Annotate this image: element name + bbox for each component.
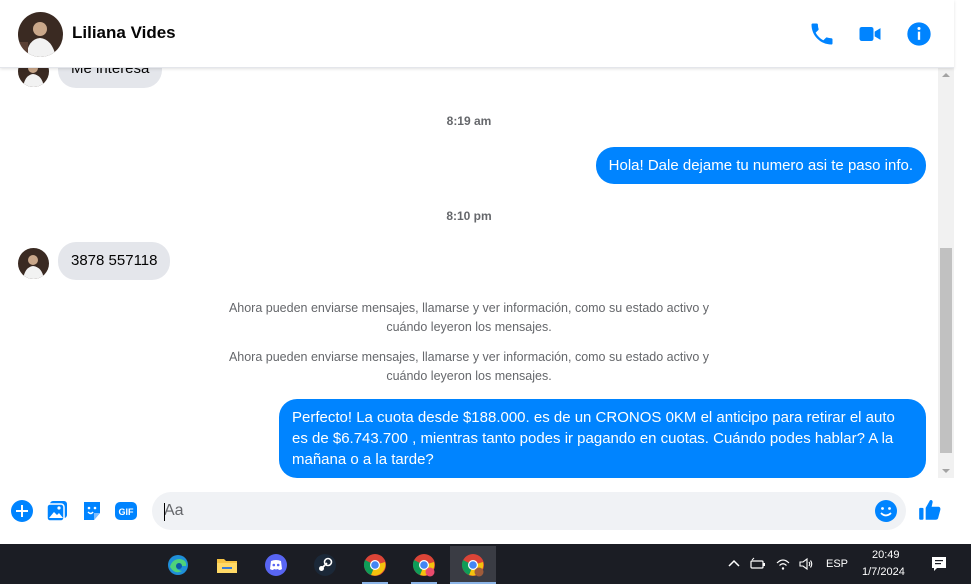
clock-date[interactable]: 1/7/2024 (862, 566, 905, 578)
phone-call-icon[interactable] (808, 20, 836, 48)
message-list[interactable]: Me interesa 8:19 am Hola! Dale dejame tu… (0, 68, 938, 478)
timestamp: 8:10 pm (446, 209, 492, 223)
system-notice: Ahora pueden enviarse mensajes, llamarse… (228, 301, 710, 334)
scroll-down-arrow-icon[interactable] (938, 464, 954, 478)
wifi-icon[interactable] (775, 556, 791, 572)
discord-icon[interactable] (253, 546, 299, 584)
gif-icon[interactable]: GIF (114, 499, 138, 523)
sticker-icon[interactable] (80, 499, 104, 523)
clock-time[interactable]: 20:49 (872, 549, 900, 561)
window-edge (954, 0, 971, 544)
chrome-browser-icon[interactable] (352, 546, 398, 584)
incoming-message[interactable]: Me interesa (58, 68, 163, 88)
incoming-message[interactable]: 3878 557118 (58, 242, 171, 280)
contact-name[interactable]: Liliana Vides (72, 23, 176, 43)
system-notice: Ahora pueden enviarse mensajes, llamarse… (228, 350, 710, 383)
volume-speaker-icon[interactable] (798, 556, 814, 572)
timestamp: 8:19 am (446, 114, 492, 128)
file-explorer-icon[interactable] (204, 546, 250, 584)
info-icon[interactable] (905, 20, 933, 48)
outgoing-message[interactable]: Perfecto! La cuota desde $188.000. es de… (279, 399, 926, 478)
contact-avatar[interactable] (18, 12, 63, 57)
svg-text:GIF: GIF (119, 507, 135, 517)
text-cursor (164, 503, 165, 521)
attach-image-icon[interactable] (45, 499, 69, 523)
show-hidden-icons-chevron-up-icon[interactable] (726, 556, 742, 572)
battery-icon[interactable] (750, 556, 766, 572)
scroll-thumb[interactable] (940, 248, 952, 453)
chat-header: Liliana Vides (0, 0, 954, 68)
outgoing-message[interactable]: Hola! Dale dejame tu numero asi te paso … (595, 147, 926, 184)
edge-browser-icon[interactable] (155, 546, 201, 584)
chrome-profile-active-icon[interactable] (450, 546, 496, 584)
input-language-indicator[interactable]: ESP (826, 558, 848, 570)
more-actions-plus-icon[interactable] (10, 499, 34, 523)
like-thumbs-up-icon[interactable] (917, 497, 943, 523)
video-call-icon[interactable] (856, 20, 884, 48)
scroll-up-arrow-icon[interactable] (938, 68, 954, 82)
contact-avatar-small[interactable] (18, 248, 49, 279)
chrome-profile-icon[interactable] (401, 546, 447, 584)
contact-avatar-small[interactable] (18, 68, 49, 87)
windows-taskbar: ESP 20:49 1/7/2024 (0, 544, 971, 584)
message-scrollbar[interactable] (938, 68, 954, 478)
emoji-icon[interactable] (874, 499, 898, 523)
notifications-icon[interactable] (930, 555, 948, 573)
message-composer: GIF (0, 488, 954, 534)
message-input[interactable] (152, 492, 906, 530)
steam-icon[interactable] (302, 546, 348, 584)
